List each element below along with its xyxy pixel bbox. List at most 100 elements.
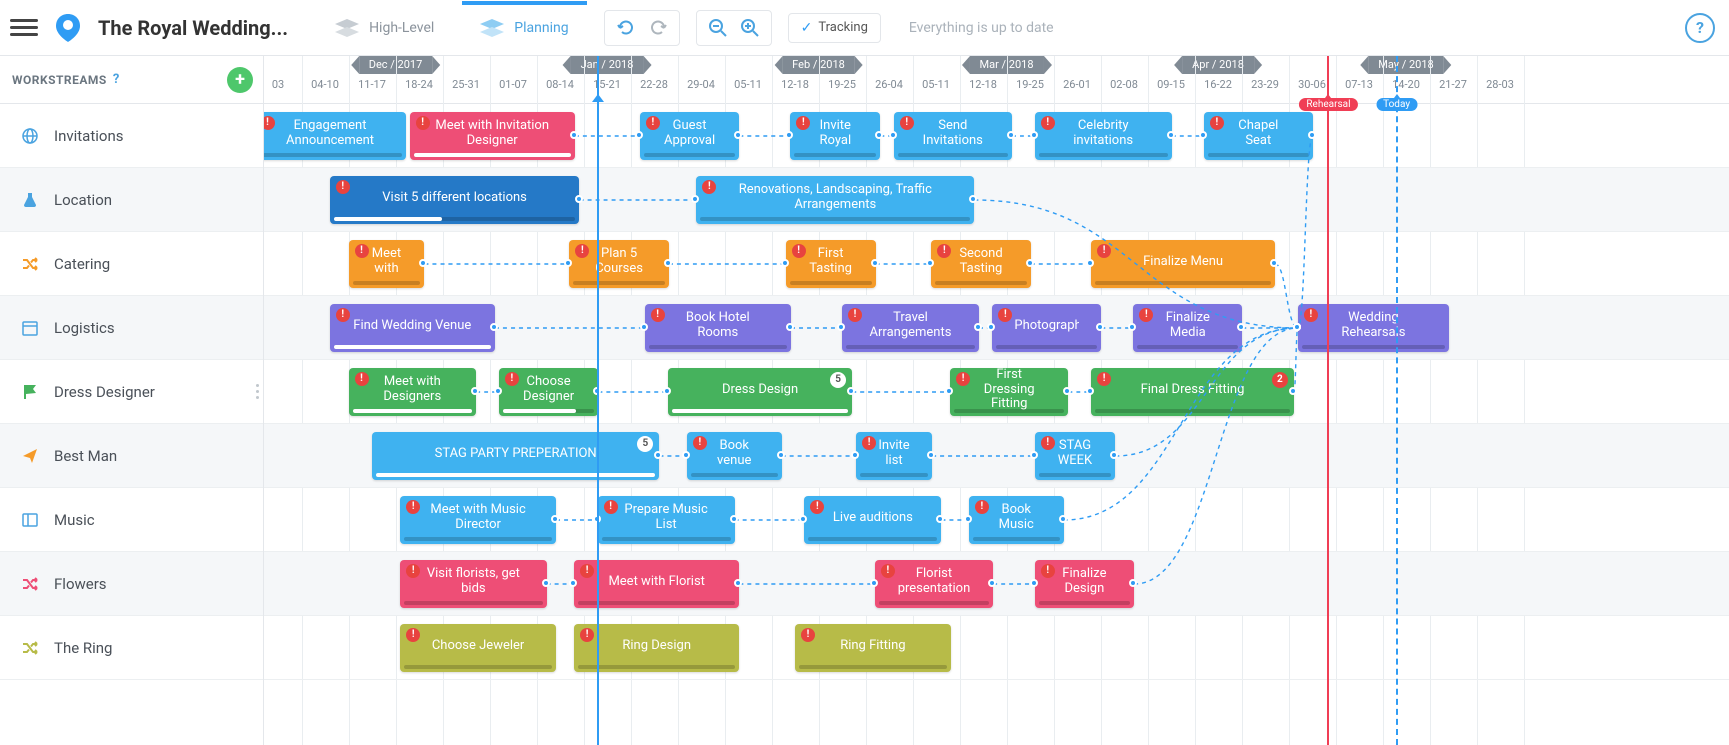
dependency-handle[interactable] — [1308, 131, 1316, 139]
help-button[interactable]: ? — [1685, 13, 1715, 43]
dependency-handle[interactable] — [730, 515, 738, 523]
add-workstream-button[interactable]: + — [227, 67, 253, 93]
task-card[interactable]: Book venue! — [687, 432, 782, 480]
menu-button[interactable] — [10, 14, 38, 42]
task-card[interactable]: Visit 5 different locations! — [330, 176, 580, 224]
workstream-row-bestman[interactable]: Best Man — [0, 424, 263, 488]
dependency-handle[interactable] — [1293, 323, 1301, 331]
dependency-handle[interactable] — [870, 579, 878, 587]
task-label: Choose Designer — [521, 375, 576, 405]
task-card[interactable]: Florist presentation! — [875, 560, 993, 608]
task-card[interactable]: First Dressing Fitting! — [950, 368, 1068, 416]
project-title[interactable]: The Royal Wedding... — [98, 16, 288, 40]
dependency-handle[interactable] — [494, 387, 502, 395]
task-card[interactable]: Meet with Florist! — [574, 560, 739, 608]
gantt-timeline[interactable]: 0304-1011-1718-2425-3101-0708-1415-2122-… — [264, 56, 1729, 745]
task-card[interactable]: Invite Royal! — [790, 112, 880, 160]
task-card[interactable]: Meet with Designers! — [349, 368, 477, 416]
dependency-handle[interactable] — [1007, 131, 1015, 139]
dependency-handle[interactable] — [871, 259, 879, 267]
task-card[interactable]: Invite list! — [856, 432, 932, 480]
dependency-handle[interactable] — [640, 323, 648, 331]
task-card[interactable]: STAG PARTY PREPERATION5 — [372, 432, 659, 480]
task-card[interactable]: Prepare Music List! — [598, 496, 735, 544]
zoom-out-button[interactable] — [705, 15, 731, 41]
task-card[interactable]: Final Dress Fitting!2 — [1091, 368, 1294, 416]
task-card[interactable]: Wedding Rehearsals! — [1298, 304, 1449, 352]
workstream-row-invitations[interactable]: Invitations — [0, 104, 263, 168]
task-card[interactable]: First Tasting! — [786, 240, 876, 288]
task-card[interactable]: Meet with Invitation Designer! — [410, 112, 575, 160]
task-card[interactable]: Renovations, Landscaping, Traffic Arrang… — [696, 176, 974, 224]
task-card[interactable]: Guest Approval! — [640, 112, 739, 160]
workstream-row-dress[interactable]: Dress Designer — [0, 360, 263, 424]
undo-button[interactable] — [613, 15, 639, 41]
redo-button[interactable] — [645, 15, 671, 41]
dependency-handle[interactable] — [542, 579, 550, 587]
dependency-handle[interactable] — [1199, 131, 1207, 139]
drag-handle-icon[interactable] — [256, 384, 259, 399]
view-high-level[interactable]: High-Level — [316, 8, 453, 48]
dependency-handle[interactable] — [777, 451, 785, 459]
task-card[interactable]: Second Tasting! — [931, 240, 1030, 288]
task-card[interactable]: Meet with! — [349, 240, 425, 288]
dependency-handle[interactable] — [635, 131, 643, 139]
task-card[interactable]: Finalize Media! — [1133, 304, 1242, 352]
task-card[interactable]: Travel Arrangements! — [842, 304, 979, 352]
workstream-row-ring[interactable]: The Ring — [0, 616, 263, 680]
dependency-handle[interactable] — [1030, 131, 1038, 139]
dependency-handle[interactable] — [551, 515, 559, 523]
dependency-handle[interactable] — [575, 195, 583, 203]
view-planning[interactable]: Planning — [461, 8, 587, 48]
task-card[interactable]: Meet with Music Director! — [400, 496, 556, 544]
task-card[interactable]: Choose Designer! — [499, 368, 598, 416]
workstream-header: WORKSTREAMS ? + — [0, 56, 263, 104]
dependency-handle[interactable] — [964, 515, 972, 523]
task-card[interactable]: Celebrity invitations! — [1035, 112, 1172, 160]
dependency-handle[interactable] — [1026, 259, 1034, 267]
task-card[interactable]: Ring Design! — [574, 624, 739, 672]
workstream-row-logistics[interactable]: Logistics — [0, 296, 263, 360]
dependency-handle[interactable] — [682, 451, 690, 459]
task-label: Choose Jeweler — [432, 639, 524, 654]
task-card[interactable]: Photographer! — [992, 304, 1101, 352]
task-card[interactable]: STAG WEEK! — [1035, 432, 1116, 480]
tracking-toggle[interactable]: ✓ Tracking — [788, 13, 881, 43]
dependency-handle[interactable] — [781, 259, 789, 267]
dependency-handle[interactable] — [974, 323, 982, 331]
task-card[interactable]: Chapel Seat! — [1204, 112, 1313, 160]
dependency-handle[interactable] — [664, 259, 672, 267]
task-card[interactable]: Engagement Announcement! — [264, 112, 406, 160]
dependency-handle[interactable] — [837, 323, 845, 331]
task-card[interactable]: Finalize Menu! — [1091, 240, 1275, 288]
alert-icon: ! — [355, 372, 369, 386]
dependency-handle[interactable] — [1289, 387, 1297, 395]
task-card[interactable]: Find Wedding Venue! — [330, 304, 495, 352]
dependency-handle[interactable] — [570, 131, 578, 139]
workstream-row-location[interactable]: Location — [0, 168, 263, 232]
zoom-in-button[interactable] — [737, 15, 763, 41]
workstream-row-music[interactable]: Music — [0, 488, 263, 552]
workstream-help-icon[interactable]: ? — [113, 72, 119, 87]
task-card[interactable]: Dress Design5 — [668, 368, 852, 416]
task-card[interactable]: Send Invitations! — [894, 112, 1012, 160]
week-label: 08-14 — [546, 78, 574, 91]
dependency-handle[interactable] — [1059, 515, 1067, 523]
dependency-handle[interactable] — [927, 451, 935, 459]
dependency-handle[interactable] — [889, 131, 897, 139]
task-card[interactable]: Live auditions! — [804, 496, 941, 544]
task-card[interactable]: Plan 5 Courses! — [569, 240, 668, 288]
dependency-handle[interactable] — [786, 323, 794, 331]
dependency-handle[interactable] — [1030, 579, 1038, 587]
task-card[interactable]: Finalize Design! — [1035, 560, 1134, 608]
dependency-handle[interactable] — [1030, 451, 1038, 459]
dependency-handle[interactable] — [1167, 131, 1175, 139]
dependency-handle[interactable] — [490, 323, 498, 331]
task-card[interactable]: Book Hotel Rooms! — [645, 304, 791, 352]
task-card[interactable]: Ring Fitting! — [795, 624, 951, 672]
task-card[interactable]: Book Music! — [969, 496, 1064, 544]
task-card[interactable]: Visit florists, get bids! — [400, 560, 546, 608]
workstream-row-catering[interactable]: Catering — [0, 232, 263, 296]
task-card[interactable]: Choose Jeweler! — [400, 624, 556, 672]
workstream-row-flowers[interactable]: Flowers — [0, 552, 263, 616]
